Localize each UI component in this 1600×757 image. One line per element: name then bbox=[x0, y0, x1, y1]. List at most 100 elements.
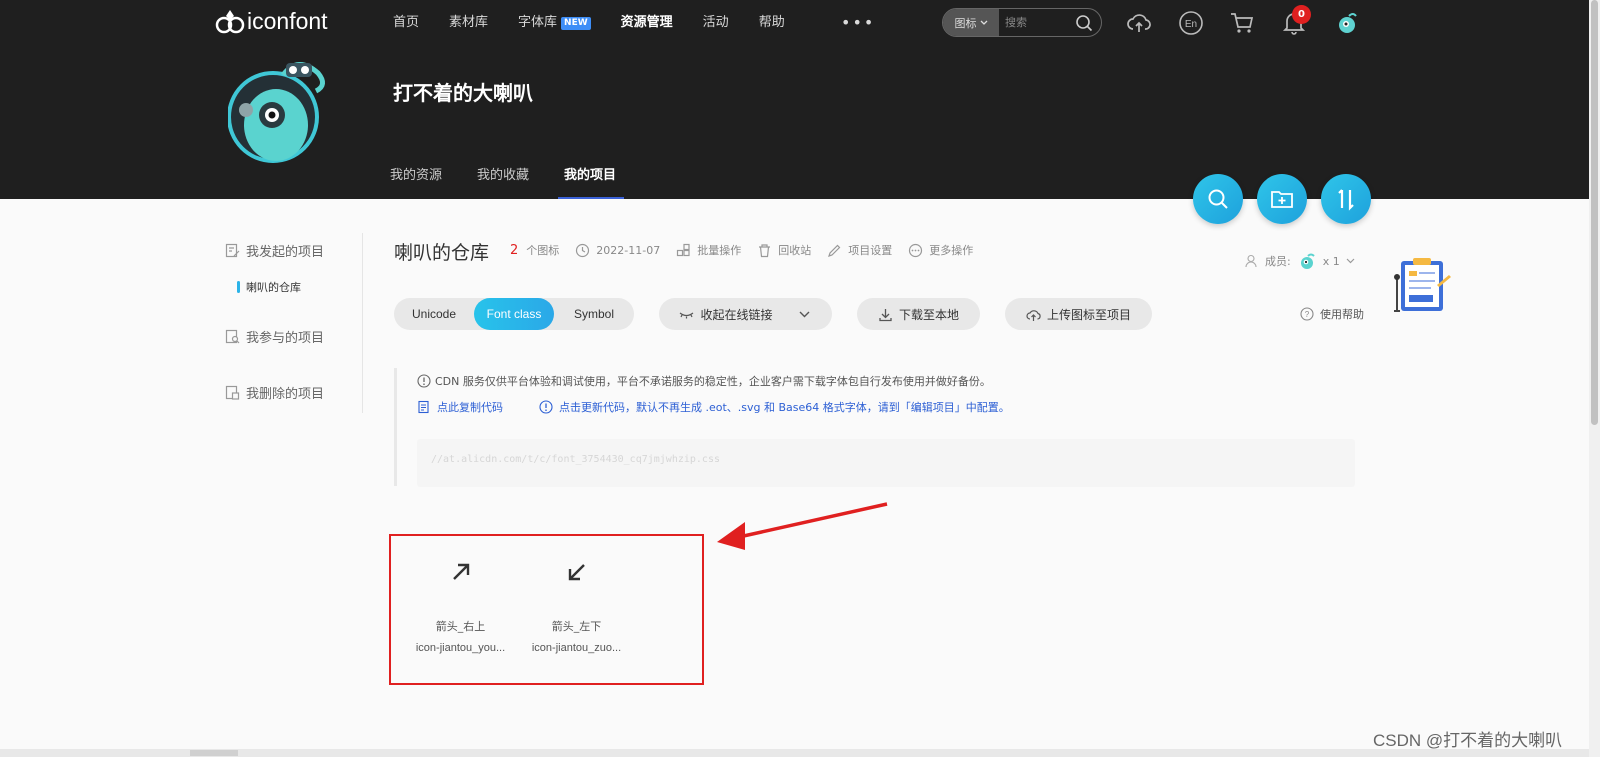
info-icon bbox=[417, 374, 431, 388]
tab-my-resources[interactable]: 我的资源 bbox=[390, 164, 442, 199]
svg-text:?: ? bbox=[1305, 310, 1310, 319]
sidebar-item-deleted[interactable]: 我删除的项目 bbox=[225, 383, 324, 402]
active-marker bbox=[237, 281, 240, 293]
search-input[interactable] bbox=[999, 16, 1067, 29]
member-avatar bbox=[1300, 253, 1315, 269]
nav-label: 帮助 bbox=[758, 15, 785, 30]
upload-icon-button[interactable]: 上传图标至项目 bbox=[1005, 298, 1152, 330]
sidebar-item-label: 我发起的项目 bbox=[246, 245, 325, 260]
icon-class: icon-jiantou_zuo... bbox=[531, 642, 622, 654]
watermark: CSDN @打不着的大喇叭 bbox=[1373, 731, 1563, 750]
new-badge: NEW bbox=[561, 16, 591, 30]
project-settings-button[interactable]: 项目设置 bbox=[827, 242, 892, 258]
batch-operation-button[interactable]: 批量操作 bbox=[676, 242, 741, 258]
tab-my-projects[interactable]: 我的项目 bbox=[558, 164, 625, 199]
icon-count-label: 个图标 bbox=[526, 242, 559, 258]
project-title: 喇叭的仓库 bbox=[394, 242, 490, 264]
delete-doc-icon bbox=[225, 385, 240, 400]
mode-unicode-button[interactable]: Unicode bbox=[394, 298, 474, 330]
arrow-down-left-icon bbox=[568, 564, 585, 581]
horizontal-scrollbar-track[interactable] bbox=[0, 749, 1589, 757]
code-actions: 点此复制代码 点击更新代码，默认不再生成 .eot、.svg 和 Base64 … bbox=[417, 399, 1010, 415]
project-sidebar: 我发起的项目 喇叭的仓库 我参与的项目 我删除的项目 bbox=[225, 233, 363, 413]
more-operations-button[interactable]: 更多操作 bbox=[908, 242, 973, 258]
more-dots-icon bbox=[909, 243, 923, 257]
sort-fab-button[interactable] bbox=[1321, 174, 1371, 224]
nav-activities[interactable]: 活动 bbox=[703, 13, 729, 33]
profile-avatar[interactable] bbox=[228, 55, 333, 175]
help-label: 使用帮助 bbox=[1320, 308, 1364, 321]
cart-icon[interactable] bbox=[1229, 10, 1255, 36]
chevron-down-icon bbox=[980, 20, 987, 25]
sidebar-item-joined[interactable]: 我参与的项目 bbox=[225, 327, 324, 346]
search-fab-button[interactable] bbox=[1193, 174, 1243, 224]
add-folder-fab-button[interactable] bbox=[1257, 174, 1307, 224]
question-icon: ? bbox=[1300, 307, 1314, 321]
arrow-up-right-icon bbox=[452, 563, 469, 580]
sidebar-item-started[interactable]: 我发起的项目 bbox=[225, 241, 324, 260]
nav-more-button[interactable]: ••• bbox=[841, 13, 875, 32]
language-en-icon[interactable]: En bbox=[1178, 10, 1204, 36]
nav-help[interactable]: 帮助 bbox=[759, 13, 785, 33]
clock-icon bbox=[576, 243, 590, 257]
label: 更多操作 bbox=[929, 244, 974, 257]
icon-class: icon-jiantou_you... bbox=[415, 642, 506, 654]
label: 项目设置 bbox=[848, 244, 893, 257]
mode-symbol-button[interactable]: Symbol bbox=[554, 298, 634, 330]
red-arrow-annotation-icon bbox=[717, 502, 888, 550]
mode-font-class-button[interactable]: Font class bbox=[474, 298, 554, 330]
site-logo[interactable]: iconfont bbox=[215, 6, 328, 36]
pencil-icon bbox=[828, 244, 841, 257]
icon-name: 箭头_右上 bbox=[435, 620, 486, 633]
search-doc-icon bbox=[225, 329, 240, 344]
notification-badge: 0 bbox=[1292, 5, 1311, 24]
sidebar-item-label: 喇叭的仓库 bbox=[246, 281, 301, 294]
vertical-scrollbar-thumb[interactable] bbox=[1591, 0, 1598, 425]
cdn-url-box[interactable]: //at.alicdn.com/t/c/font_3754430_cq7jmjw… bbox=[417, 439, 1355, 487]
help-link[interactable]: ? 使用帮助 bbox=[1300, 306, 1364, 322]
icon-card-jiantou-zuo[interactable]: 箭头_左下 icon-jiantou_zuo... bbox=[524, 552, 629, 654]
icon-glyph bbox=[408, 552, 513, 592]
nav-label: 素材库 bbox=[449, 15, 489, 30]
label: 个图标 bbox=[526, 244, 560, 257]
sidebar-item-project[interactable]: 喇叭的仓库 bbox=[237, 279, 301, 295]
tab-my-favorites[interactable]: 我的收藏 bbox=[477, 164, 529, 199]
font-mode-switch: Unicode Font class Symbol bbox=[394, 298, 634, 330]
search-bar: 图标 bbox=[942, 8, 1102, 37]
collapse-online-link-button[interactable]: 收起在线链接 bbox=[659, 298, 832, 330]
profile-tabs: 我的资源 我的收藏 我的项目 bbox=[390, 164, 651, 199]
nav-fonts[interactable]: 字体库 NEW bbox=[518, 13, 591, 33]
project-date: 2022-11-07 bbox=[575, 243, 660, 258]
horizontal-scrollbar-thumb[interactable] bbox=[190, 750, 238, 756]
clipboard-illustration-icon bbox=[1394, 258, 1451, 312]
update-code-link[interactable]: 点击更新代码，默认不再生成 .eot、.svg 和 Base64 格式字体，请到… bbox=[559, 399, 1010, 415]
icon-count: 2 bbox=[510, 242, 519, 258]
copy-code-link[interactable]: 点此复制代码 bbox=[437, 399, 503, 415]
nav-label: 资源管理 bbox=[620, 15, 673, 30]
members-label: 成员: bbox=[1265, 255, 1291, 268]
nav-resource-management[interactable]: 资源管理 bbox=[621, 13, 673, 33]
search-icon[interactable] bbox=[1075, 14, 1093, 32]
trash-button[interactable]: 回收站 bbox=[757, 242, 811, 258]
chevron-down-icon bbox=[799, 311, 809, 317]
nav-home[interactable]: 首页 bbox=[393, 13, 419, 33]
cloud-upload-icon[interactable] bbox=[1126, 10, 1152, 36]
folder-add-icon bbox=[1271, 191, 1293, 208]
search-type-select[interactable]: 图标 bbox=[943, 9, 999, 36]
members-dropdown[interactable]: 成员: x 1 bbox=[1245, 251, 1355, 271]
warning-text: CDN 服务仅供平台体验和调试使用，平台不承诺服务的稳定性，企业客户需下载字体包… bbox=[435, 375, 991, 388]
logo-text: iconfont bbox=[247, 7, 328, 34]
members-count: x 1 bbox=[1322, 254, 1340, 268]
cloud-upload-icon bbox=[1026, 309, 1041, 321]
nav-materials[interactable]: 素材库 bbox=[449, 13, 488, 33]
label: 批量操作 bbox=[697, 244, 742, 257]
edit-doc-icon bbox=[225, 243, 240, 258]
nav-label: 字体库 bbox=[518, 15, 558, 30]
nav-label: 首页 bbox=[393, 15, 420, 30]
button-label: 下载至本地 bbox=[898, 307, 959, 322]
user-avatar[interactable] bbox=[1334, 10, 1360, 36]
main-nav: 首页 素材库 字体库 NEW 资源管理 活动 帮助 bbox=[393, 13, 815, 33]
svg-text:En: En bbox=[1185, 19, 1197, 30]
icon-card-jiantou-you[interactable]: 箭头_右上 icon-jiantou_you... bbox=[408, 552, 513, 654]
download-local-button[interactable]: 下载至本地 bbox=[857, 298, 980, 330]
